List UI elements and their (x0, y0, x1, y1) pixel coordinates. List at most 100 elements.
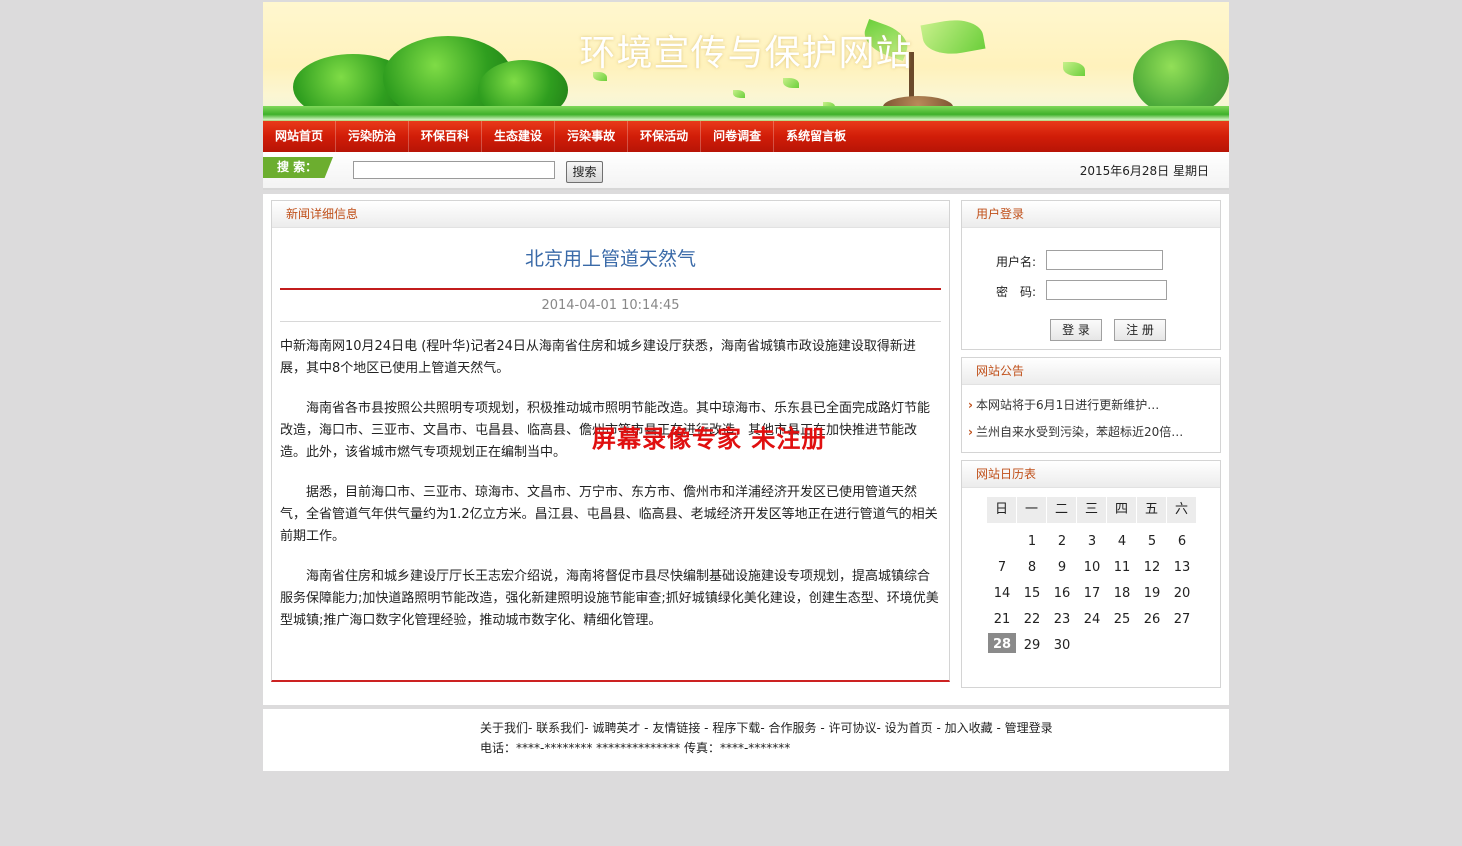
grass-strip (263, 106, 1229, 120)
search-bar: 搜 索： 搜索 2015年6月28日 星期日 (263, 152, 1229, 190)
calendar-day[interactable]: 6 (1167, 529, 1197, 549)
username-label: 用户名: (996, 255, 1037, 269)
nav-item-home[interactable]: 网站首页 (263, 121, 337, 152)
calendar-day[interactable]: 20 (1167, 581, 1197, 601)
calendar-day[interactable]: 14 (987, 581, 1017, 601)
footer-links: 关于我们- 联系我们- 诚聘英才 - 友情链接 - 程序下载- 合作服务 - 许… (480, 719, 1053, 736)
calendar-day[interactable]: 8 (1017, 555, 1047, 575)
calendar-day[interactable]: 15 (1017, 581, 1047, 601)
current-date: 2015年6月28日 星期日 (1079, 164, 1209, 178)
calendar-day[interactable]: 12 (1137, 555, 1167, 575)
footer-separator: - (876, 721, 885, 735)
nav-item-pollution-accidents[interactable]: 污染事故 (555, 121, 629, 152)
footer-separator: - (932, 721, 945, 735)
calendar-day[interactable]: 2 (1047, 529, 1077, 549)
login-button[interactable]: 登 录 (1050, 319, 1102, 341)
site-footer: 关于我们- 联系我们- 诚聘英才 - 友情链接 - 程序下载- 合作服务 - 许… (263, 709, 1229, 771)
calendar-day[interactable]: 18 (1107, 581, 1137, 601)
register-button[interactable]: 注 册 (1114, 319, 1166, 341)
calendar-day[interactable]: 30 (1047, 633, 1077, 653)
calendar-panel: 网站日历表 日一二三四五六 1 2 3 4 5 6 7 8 9 10 11 12 13 14 15 16 17 18… (961, 460, 1221, 688)
notice-item[interactable]: 本网站将于6月1日进行更新维护… (968, 396, 1159, 413)
calendar-weekday: 三 (1077, 497, 1107, 523)
calendar-day[interactable]: 29 (1017, 633, 1047, 653)
news-paragraph: 海南省各市县按照公共照明专项规划，积极推动城市照明节能改造。其中琼海市、乐东县已… (280, 401, 931, 460)
calendar-grid: 日一二三四五六 1 2 3 4 5 6 7 8 9 10 11 12 13 14 15 16 17 18 19 20 21… (987, 497, 1197, 653)
leaf-graphic (783, 78, 799, 88)
panel-title: 网站公告 (962, 358, 1220, 385)
news-timestamp: 2014-04-01 10:14:45 (541, 298, 680, 313)
divider (280, 288, 941, 290)
panel-title: 用户登录 (962, 201, 1220, 228)
calendar-day[interactable]: 22 (1017, 607, 1047, 627)
footer-separator: - (700, 721, 713, 735)
footer-separator: - (528, 721, 537, 735)
footer-link[interactable]: 程序下载 (712, 721, 760, 735)
calendar-weekday: 一 (1017, 497, 1047, 523)
panel-title: 网站日历表 (962, 461, 1220, 488)
footer-link[interactable]: 许可协议 (828, 721, 876, 735)
calendar-day[interactable]: 4 (1107, 529, 1137, 549)
nav-item-activities[interactable]: 环保活动 (628, 121, 702, 152)
calendar-day[interactable]: 23 (1047, 607, 1077, 627)
calendar-weekday: 二 (1047, 497, 1077, 523)
footer-link[interactable]: 友情链接 (652, 721, 700, 735)
nav-item-pollution-control[interactable]: 污染防治 (336, 121, 410, 152)
calendar-weekday: 四 (1107, 497, 1137, 523)
footer-separator: - (816, 721, 829, 735)
main-nav: 网站首页 污染防治 环保百科 生态建设 污染事故 环保活动 问卷调查 系统留言板 (263, 120, 1229, 152)
calendar-day[interactable]: 21 (987, 607, 1017, 627)
footer-link[interactable]: 合作服务 (768, 721, 816, 735)
nav-item-ecology[interactable]: 生态建设 (482, 121, 556, 152)
footer-link[interactable]: 管理登录 (1005, 721, 1053, 735)
password-label: 密 码: (996, 285, 1037, 299)
calendar-day[interactable]: 11 (1107, 555, 1137, 575)
calendar-day[interactable]: 24 (1077, 607, 1107, 627)
page-wrapper: 环境宣传与保护网站 网站首页 污染防治 环保百科 生态建设 污染事故 环保活动 … (263, 2, 1229, 771)
calendar-day[interactable]: 7 (987, 555, 1017, 575)
news-body: 中新海南网10月24日电 (程叶华)记者24日从海南省住房和城乡建设厅获悉，海南… (272, 322, 949, 632)
leaf-graphic (733, 90, 745, 98)
nav-item-survey[interactable]: 问卷调查 (701, 121, 775, 152)
calendar-day[interactable]: 3 (1077, 529, 1107, 549)
calendar-empty-cell (987, 529, 1017, 549)
notice-item[interactable]: 兰州自来水受到污染，苯超标近20倍… (968, 423, 1183, 440)
calendar-day[interactable]: 19 (1137, 581, 1167, 601)
footer-link[interactable]: 诚聘英才 (592, 721, 640, 735)
nav-item-encyclopedia[interactable]: 环保百科 (409, 121, 483, 152)
footer-link[interactable]: 联系我们 (536, 721, 584, 735)
login-panel: 用户登录 用户名: 密 码: 登 录 注 册 (961, 200, 1221, 350)
calendar-day[interactable]: 1 (1017, 529, 1047, 549)
footer-separator: - (992, 721, 1005, 735)
username-input[interactable] (1046, 250, 1163, 270)
calendar-day[interactable]: 25 (1107, 607, 1137, 627)
panel-title: 新闻详细信息 (272, 201, 949, 228)
calendar-day[interactable]: 26 (1137, 607, 1167, 627)
password-input[interactable] (1046, 280, 1167, 300)
calendar-day[interactable]: 5 (1137, 529, 1167, 549)
news-headline: 北京用上管道天然气 (524, 248, 696, 270)
calendar-weekday: 日 (987, 497, 1017, 523)
calendar-day[interactable]: 16 (1047, 581, 1077, 601)
footer-link[interactable]: 加入收藏 (945, 721, 993, 735)
search-input[interactable] (353, 161, 555, 179)
calendar-weekday: 六 (1167, 497, 1197, 523)
calendar-day[interactable]: 13 (1167, 555, 1197, 575)
site-title: 环境宣传与保护网站 (579, 33, 913, 74)
main-content: 新闻详细信息 北京用上管道天然气 2014-04-01 10:14:45 中新海… (263, 194, 1229, 705)
nav-item-guestbook[interactable]: 系统留言板 (774, 121, 858, 152)
calendar-day[interactable]: 27 (1167, 607, 1197, 627)
footer-link[interactable]: 设为首页 (885, 721, 933, 735)
calendar-day[interactable]: 9 (1047, 555, 1077, 575)
search-label: 搜 索： (263, 157, 333, 178)
footer-link[interactable]: 关于我们 (480, 721, 528, 735)
news-paragraph: 据悉，目前海口市、三亚市、琼海市、文昌市、万宁市、东方市、儋州市和洋浦经济开发区… (280, 485, 938, 544)
footer-separator: - (640, 721, 653, 735)
calendar-day[interactable]: 10 (1077, 555, 1107, 575)
calendar-day[interactable]: 17 (1077, 581, 1107, 601)
news-paragraph: 海南省住房和城乡建设厅厅长王志宏介绍说，海南将督促市县尽快编制基础设施建设专项规… (280, 569, 939, 628)
news-detail-panel: 新闻详细信息 北京用上管道天然气 2014-04-01 10:14:45 中新海… (271, 200, 950, 682)
search-button[interactable]: 搜索 (566, 161, 603, 183)
calendar-weekday: 五 (1137, 497, 1167, 523)
calendar-day-today[interactable]: 28 (988, 633, 1016, 653)
